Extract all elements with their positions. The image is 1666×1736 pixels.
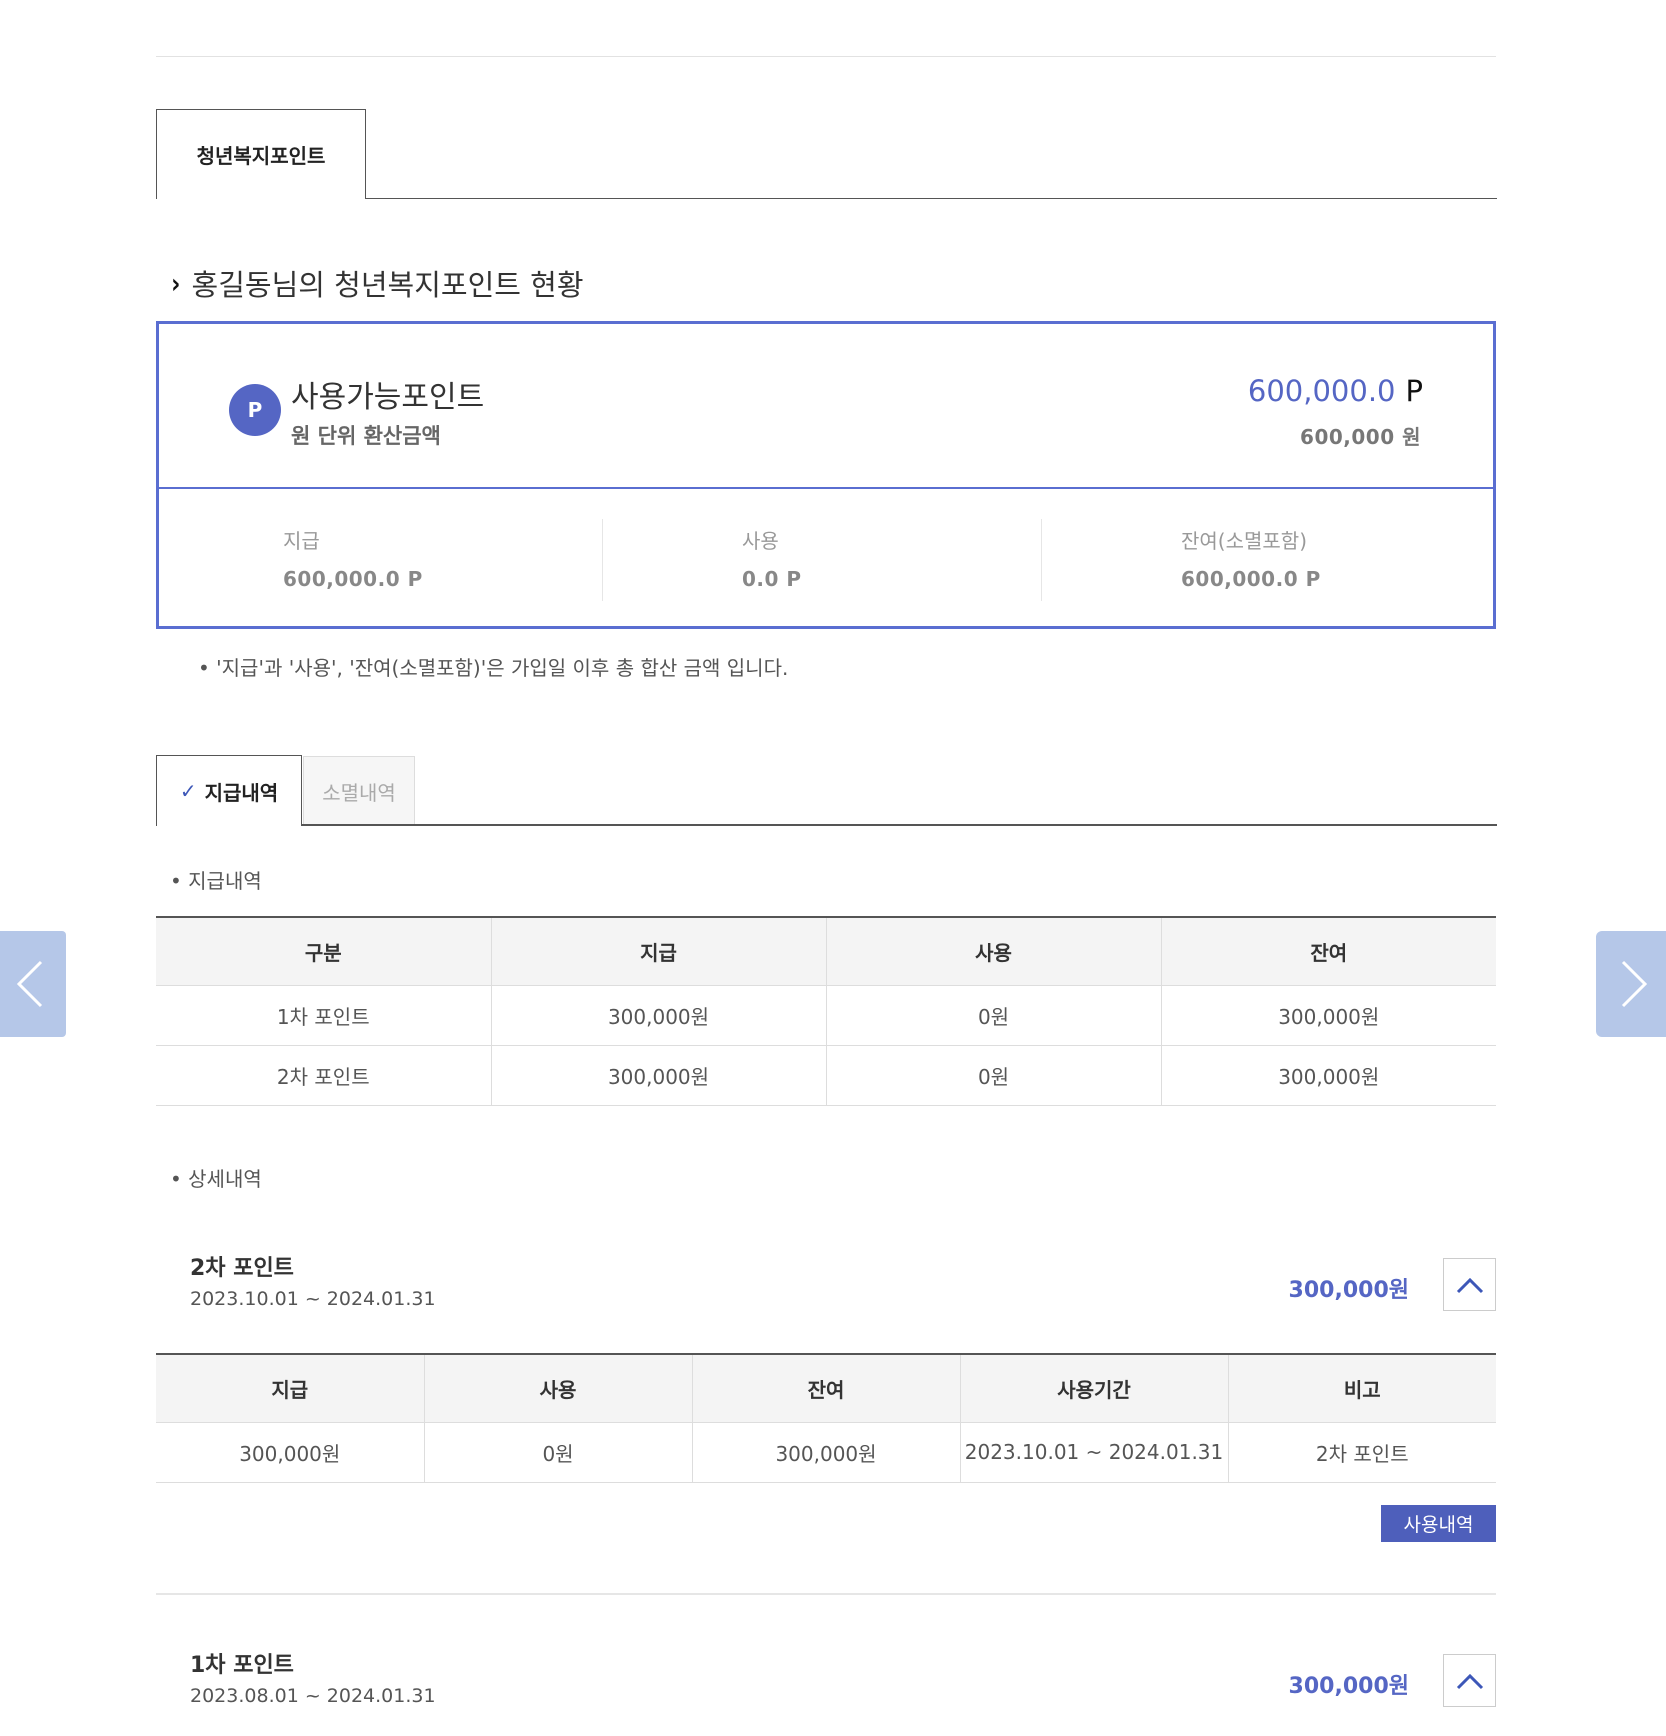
tab-issued-history[interactable]: ✓ 지급내역 <box>156 755 302 826</box>
column-header: 사용기간 <box>959 1354 1228 1423</box>
table-cell: 300,000원 <box>490 1045 826 1106</box>
stat-value: 600,000.0 P <box>1181 567 1321 591</box>
column-header: 구분 <box>156 917 491 986</box>
issued-history-label: • 지급내역 <box>170 869 262 893</box>
available-points-unit: P <box>1405 374 1424 408</box>
tab-label: 지급내역 <box>204 780 279 805</box>
check-icon: ✓ <box>179 779 197 803</box>
detail-group-amount: 300,000원 <box>1288 1674 1409 1699</box>
point-badge-icon: P <box>229 384 281 436</box>
detail-group-title: 2차 포인트 <box>190 1256 294 1281</box>
table-row: 2차 포인트 300,000원 0원 300,000원 <box>156 1045 1496 1106</box>
stat-divider <box>602 519 603 601</box>
table-cell: 300,000원 <box>156 1422 424 1483</box>
table-cell: 1차 포인트 <box>156 985 491 1046</box>
stat-value: 0.0 P <box>742 567 802 591</box>
tab-youth-welfare-points[interactable]: 청년복지포인트 <box>156 109 366 199</box>
table-cell: 300,000원 <box>1160 985 1496 1046</box>
detail-table: 지급 사용 잔여 사용기간 비고 300,000원 0원 300,000원 20… <box>156 1353 1496 1483</box>
chevron-left-icon <box>16 960 43 1008</box>
points-stats-row: 지급 600,000.0 P 사용 0.0 P 잔여(소멸포함) 600,000… <box>159 489 1493 629</box>
stat-label: 사용 <box>742 529 779 553</box>
table-cell: 0원 <box>825 985 1161 1046</box>
chevron-up-icon <box>1456 1673 1483 1689</box>
detail-group-period: 2023.10.01 ~ 2024.01.31 <box>190 1288 436 1310</box>
points-summary-card: P 사용가능포인트 원 단위 환산금액 600,000.0 P 600,000 원… <box>156 321 1496 629</box>
available-points-row: P 사용가능포인트 원 단위 환산금액 600,000.0 P 600,000 원 <box>159 324 1493 489</box>
top-divider <box>156 56 1496 57</box>
sub-tab-bar: ✓ 지급내역 소멸내역 <box>156 755 1497 826</box>
detail-group-period: 2023.08.01 ~ 2024.01.31 <box>190 1685 436 1707</box>
collapse-toggle-button[interactable] <box>1443 1258 1496 1311</box>
group-divider <box>156 1593 1496 1595</box>
stat-value: 600,000.0 P <box>283 567 423 591</box>
summary-note: • '지급'과 '사용', '잔여(소멸포함)'은 가입일 이후 총 합산 금액… <box>198 656 789 680</box>
usage-history-button[interactable]: 사용내역 <box>1381 1505 1496 1542</box>
table-cell: 300,000원 <box>691 1422 960 1483</box>
prev-page-button[interactable] <box>0 931 66 1037</box>
main-tab-bar: 청년복지포인트 <box>156 109 1497 199</box>
table-cell: 0원 <box>423 1422 692 1483</box>
sub-tab-baseline <box>156 824 1497 826</box>
detail-history-label: • 상세내역 <box>170 1167 262 1191</box>
section-title-text: 홍길동님의 청년복지포인트 현황 <box>191 268 584 302</box>
table-row: 1차 포인트 300,000원 0원 300,000원 <box>156 985 1496 1046</box>
column-header: 비고 <box>1227 1354 1496 1423</box>
column-header: 지급 <box>490 917 826 986</box>
available-points-label: 사용가능포인트 <box>291 380 485 415</box>
tab-label: 소멸내역 <box>322 780 396 805</box>
column-header: 잔여 <box>691 1354 960 1423</box>
column-header: 사용 <box>423 1354 692 1423</box>
detail-group-title: 1차 포인트 <box>190 1653 294 1678</box>
table-cell: 2차 포인트 <box>156 1045 491 1106</box>
stat-divider <box>1041 519 1042 601</box>
conversion-label: 원 단위 환산금액 <box>291 424 441 448</box>
stat-label: 잔여(소멸포함) <box>1181 529 1308 553</box>
chevron-right-icon: › <box>171 266 181 300</box>
chevron-up-icon <box>1456 1277 1483 1293</box>
table-cell: 300,000원 <box>1160 1045 1496 1106</box>
stat-label: 지급 <box>283 529 320 553</box>
table-cell: 300,000원 <box>490 985 826 1046</box>
column-header: 지급 <box>156 1354 424 1423</box>
tab-expired-history[interactable]: 소멸내역 <box>303 756 415 825</box>
table-header-row: 지급 사용 잔여 사용기간 비고 <box>156 1354 1496 1423</box>
issued-summary-table: 구분 지급 사용 잔여 1차 포인트 300,000원 0원 300,000원 … <box>156 916 1496 1106</box>
available-points-value: 600,000.0 P <box>1248 374 1423 408</box>
available-points-number: 600,000.0 <box>1247 374 1396 408</box>
table-cell: 2차 포인트 <box>1227 1422 1496 1483</box>
table-row: 300,000원 0원 300,000원 2023.10.01 ~ 2024.0… <box>156 1422 1496 1483</box>
table-cell: 0원 <box>825 1045 1161 1106</box>
chevron-right-icon <box>1621 960 1648 1008</box>
conversion-value: 600,000 원 <box>1300 425 1421 449</box>
collapse-toggle-button[interactable] <box>1443 1654 1496 1707</box>
column-header: 잔여 <box>1160 917 1496 986</box>
table-cell: 2023.10.01 ~ 2024.01.31 <box>959 1422 1228 1483</box>
table-header-row: 구분 지급 사용 잔여 <box>156 917 1496 986</box>
next-page-button[interactable] <box>1596 931 1666 1037</box>
detail-group-amount: 300,000원 <box>1288 1278 1409 1303</box>
column-header: 사용 <box>825 917 1161 986</box>
section-title: › 홍길동님의 청년복지포인트 현황 <box>170 262 584 304</box>
